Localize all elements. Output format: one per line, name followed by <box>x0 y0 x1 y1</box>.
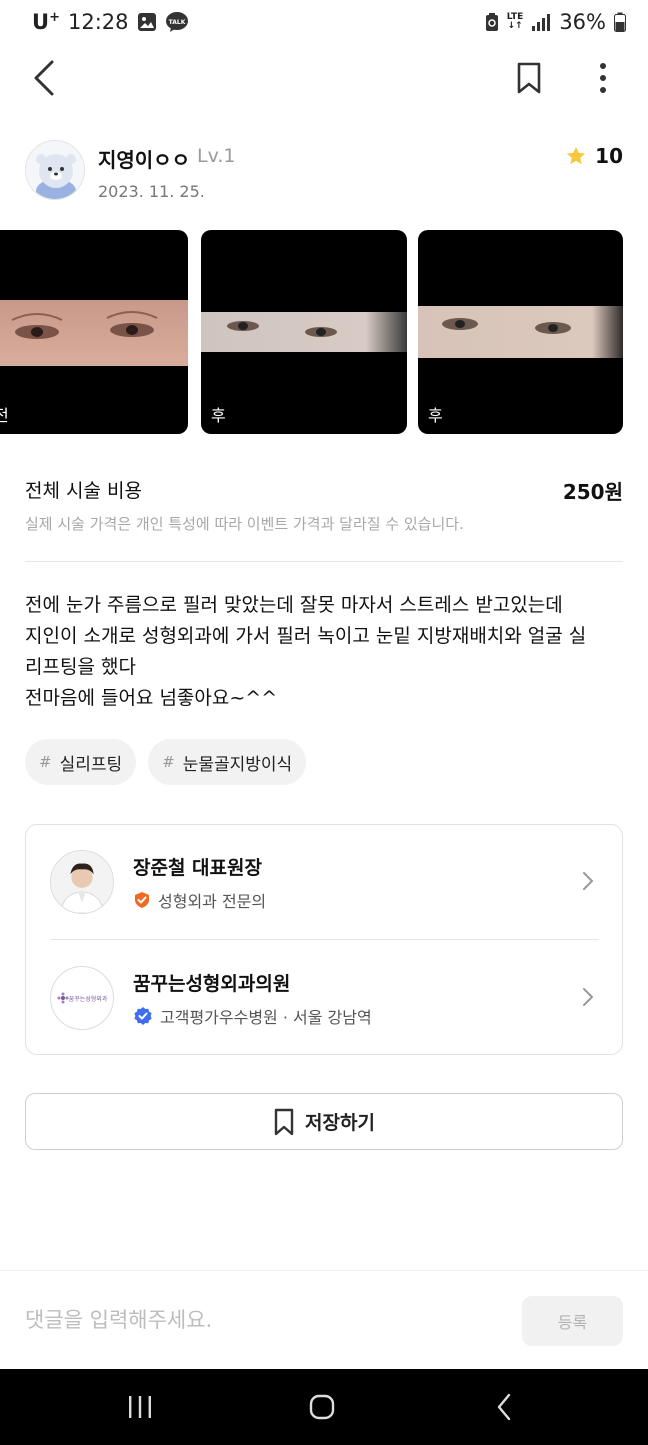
save-button[interactable]: 저장하기 <box>25 1093 623 1150</box>
battery-percent: 36% <box>559 10 606 34</box>
chevron-right-icon <box>583 988 593 1006</box>
tag-label: 실리프팅 <box>59 754 123 775</box>
doctor-row[interactable]: 장준철 대표원장 성형외과 전문의 <box>26 825 622 939</box>
back-button[interactable] <box>26 58 62 98</box>
seal-character-icon <box>26 141 84 199</box>
carrier-sup: + <box>49 10 60 25</box>
author-name: 지영이ㅇㅇ <box>98 148 190 172</box>
star-icon <box>566 146 586 165</box>
recent-apps-icon <box>129 1396 151 1418</box>
status-right: LTE ↓↑ 36% <box>485 10 626 34</box>
avatar[interactable] <box>25 140 85 200</box>
verified-badge-icon <box>134 1007 152 1025</box>
signal-icon <box>531 12 551 32</box>
photo-label: 전 <box>0 406 9 425</box>
lte-arrows: ↓↑ <box>507 21 523 31</box>
svg-text:TALK: TALK <box>168 19 185 26</box>
photo-after-2[interactable]: 후 <box>418 230 623 434</box>
system-back-button[interactable] <box>474 1387 534 1427</box>
photo-label: 후 <box>428 406 443 425</box>
author-level: Lv.1 <box>197 145 236 167</box>
doctor-badge-text: 성형외과 전문의 <box>158 892 267 911</box>
bookmark-button[interactable] <box>510 58 548 98</box>
status-time: 12:28 <box>67 10 129 34</box>
status-bar: U+ 12:28 TALK LTE ↓↑ 36% <box>0 0 648 44</box>
submit-comment-button[interactable]: 등록 <box>522 1296 623 1346</box>
cost-note: 실제 시술 가격은 개인 특성에 따라 이벤트 가격과 달라질 수 있습니다. <box>25 515 464 533</box>
rating-value: 10 <box>595 144 623 168</box>
more-options-button[interactable] <box>588 58 618 98</box>
doctor-badge: 성형외과 전문의 <box>133 888 266 912</box>
clinic-badge-text: 고객평가우수병원 · 서울 강남역 <box>160 1008 372 1027</box>
back-arrow-icon <box>497 1393 511 1421</box>
recent-apps-button[interactable] <box>110 1387 170 1427</box>
eyes-photo-image <box>0 300 188 366</box>
app-bar <box>0 50 648 106</box>
home-icon <box>309 1394 335 1420</box>
photo-after-1[interactable]: 후 <box>201 230 407 434</box>
cost-value: 250원 <box>562 480 623 504</box>
doctor-avatar <box>50 850 114 914</box>
clinic-logo-icon <box>57 992 69 1004</box>
cost-label: 전체 시술 비용 <box>25 480 142 502</box>
tag-list: # 실리프팅 # 눈물골지방이식 <box>25 739 307 785</box>
tag-chip[interactable]: # 실리프팅 <box>25 739 137 785</box>
submit-label: 등록 <box>557 1313 588 1332</box>
bookmark-icon <box>274 1108 294 1135</box>
doctor-name: 장준철 대표원장 <box>133 857 262 879</box>
review-line: 리프팅을 했다 <box>25 656 136 678</box>
tag-label: 눈물골지방이식 <box>182 754 293 775</box>
clinic-row[interactable]: 꿈꾸는성형외과 꿈꾸는성형외과의원 고객평가우수병원 · 서울 강남역 <box>26 941 622 1055</box>
save-button-label: 저장하기 <box>305 1112 375 1134</box>
bookmark-icon <box>517 62 541 94</box>
status-left: U+ 12:28 TALK <box>32 10 189 34</box>
gallery-icon <box>137 12 157 32</box>
author-info: 지영이ㅇㅇ Lv.1 2023. 11. 25. 10 <box>25 140 623 204</box>
eyes-photo-image <box>418 306 623 358</box>
specialist-badge-icon <box>135 892 149 908</box>
clinic-logo: 꿈꾸는성형외과 <box>50 966 114 1030</box>
chevron-right-icon <box>583 872 593 890</box>
photo-carousel[interactable]: 전 후 후 <box>0 230 648 434</box>
carrier-label: U+ <box>32 10 60 34</box>
review-line: 전마음에 들어요 넘좋아요~^^ <box>25 687 278 709</box>
system-nav-bar <box>0 1369 648 1445</box>
chevron-left-icon <box>34 60 54 96</box>
hash-icon: # <box>162 753 175 771</box>
more-vertical-icon <box>600 63 606 93</box>
photo-before[interactable]: 전 <box>0 230 188 434</box>
review-line: 전에 눈가 주름으로 필러 맞았는데 잘못 마자서 스트레스 받고있는데 <box>25 594 563 616</box>
card-divider <box>51 939 599 940</box>
photo-label: 후 <box>211 406 226 425</box>
tag-chip[interactable]: # 눈물골지방이식 <box>148 739 307 785</box>
doctor-clinic-card: 장준철 대표원장 성형외과 전문의 꿈꾸는성형외과 꿈꾸는성형외과의원 고객평가… <box>25 824 623 1055</box>
review-text: 전에 눈가 주름으로 필러 맞았는데 잘못 마자서 스트레스 받고있는데 지인이… <box>25 590 625 714</box>
clinic-logo-text: 꿈꾸는성형외과 <box>68 995 108 1003</box>
clinic-badge: 고객평가우수병원 · 서울 강남역 <box>133 1004 372 1028</box>
rating: 10 <box>565 144 623 168</box>
doctor-portrait-icon <box>51 851 113 913</box>
review-date: 2023. 11. 25. <box>98 182 205 201</box>
comment-bar: 등록 <box>0 1270 648 1369</box>
talk-icon: TALK <box>165 11 189 33</box>
lte-indicator: LTE ↓↑ <box>507 13 524 31</box>
eyes-photo-image <box>201 312 407 352</box>
battery-icon <box>614 12 626 32</box>
divider <box>25 561 623 562</box>
recycle-icon <box>485 12 499 32</box>
home-button[interactable] <box>292 1387 352 1427</box>
comment-input[interactable] <box>25 1297 505 1343</box>
hash-icon: # <box>39 753 52 771</box>
clinic-name: 꿈꾸는성형외과의원 <box>133 973 291 995</box>
review-line: 지인이 소개로 성형외과에 가서 필러 녹이고 눈밑 지방재배치와 얼굴 실 <box>25 625 587 647</box>
carrier-text: U <box>32 10 50 34</box>
